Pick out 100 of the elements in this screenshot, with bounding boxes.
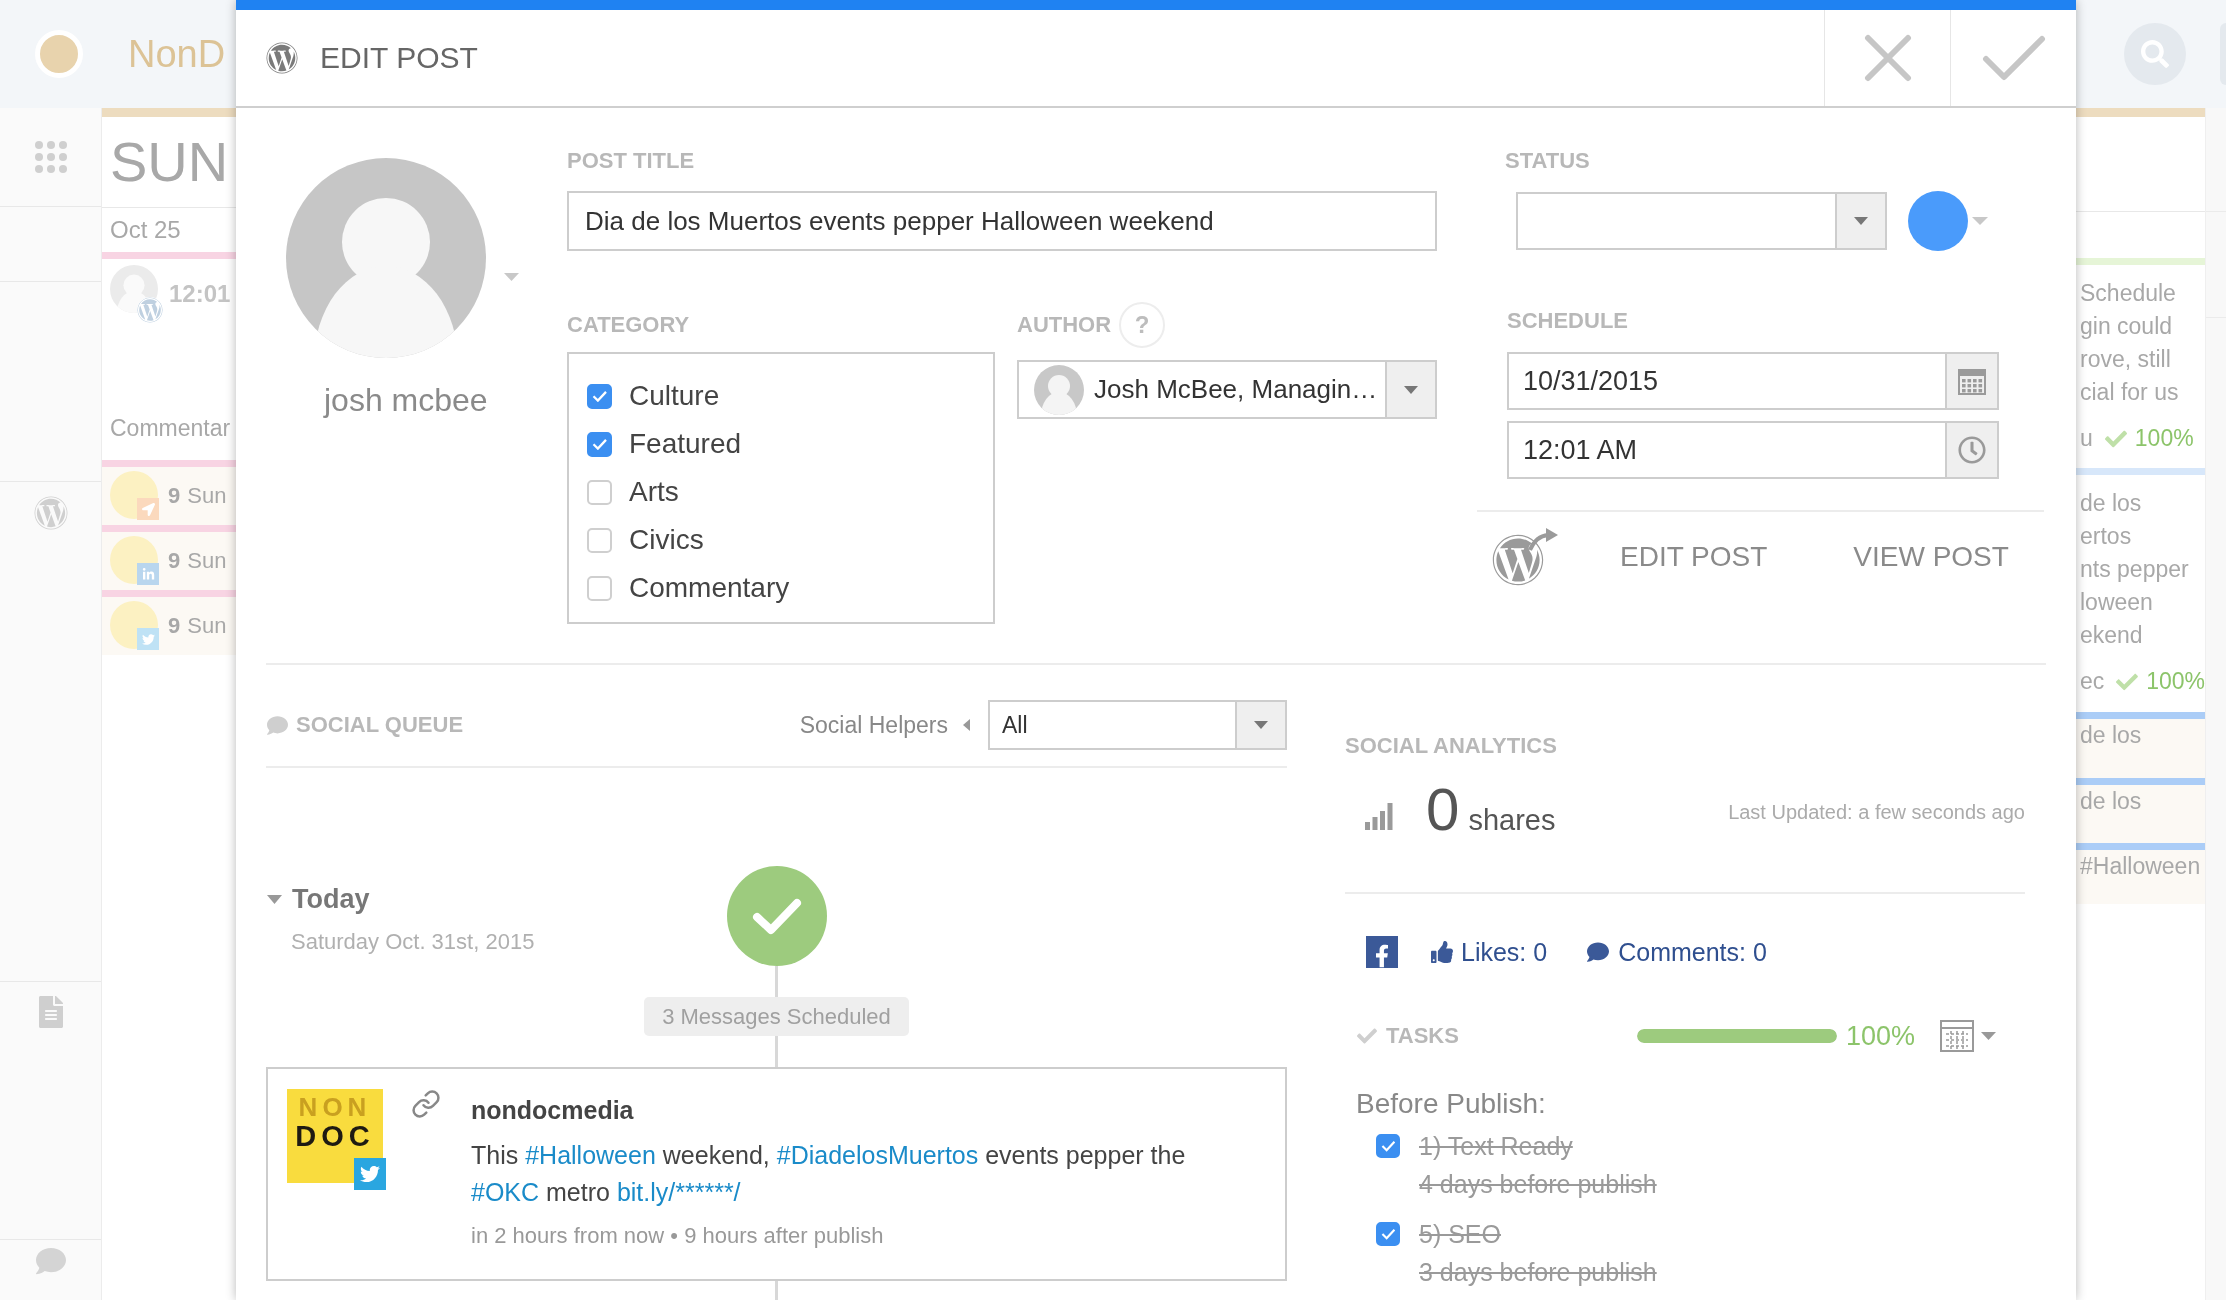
- event-text-line: Schedule: [2080, 279, 2176, 308]
- twitter-icon: [137, 628, 159, 650]
- field-label: CATEGORY: [567, 314, 690, 336]
- caret-down-icon[interactable]: [1981, 1032, 1996, 1040]
- event-text-line: gin could: [2080, 312, 2173, 341]
- status-color-dot[interactable]: [1908, 191, 1968, 251]
- filter-select[interactable]: All: [988, 700, 1287, 750]
- task-name: 1) Text Ready: [1419, 1132, 1573, 1160]
- message-card[interactable]: NON DOC nondocmedia This #Halloween weekend, #DiadelosMuertos events pepper the #OKC metro bit.ly/******/ in 2 hours from now • 9 hours after publish: [266, 1067, 1287, 1281]
- social-post-card[interactable]: de los: [2076, 719, 2205, 778]
- tick-icon: [591, 437, 608, 451]
- checkbox[interactable]: [587, 527, 612, 553]
- thumbs-up-icon: [1431, 941, 1453, 963]
- checkbox-label[interactable]: Featured: [629, 428, 742, 460]
- wordpress-icon: [266, 42, 298, 74]
- checkbox-label[interactable]: Culture: [629, 380, 720, 412]
- search-icon: [2141, 40, 2169, 68]
- link-icon[interactable]: [411, 1089, 441, 1119]
- confirm-button[interactable]: [1950, 10, 2076, 106]
- post-text: de los: [2080, 721, 2142, 750]
- social-post-card[interactable]: #Halloween: [2076, 850, 2205, 904]
- checkbox[interactable]: [587, 575, 612, 601]
- social-post-card[interactable]: 9 Sun: [102, 597, 236, 655]
- chat-icon[interactable]: [34, 1246, 67, 1276]
- field-label: STATUS: [1505, 150, 1590, 172]
- likes-count: Likes: 0: [1461, 937, 1548, 967]
- logo-text: NON: [298, 1093, 372, 1121]
- post-text: de los: [2080, 787, 2142, 816]
- caret-down-icon[interactable]: [1972, 217, 1988, 225]
- event-meta: u: [2080, 424, 2093, 453]
- calendar-button[interactable]: [1945, 352, 1999, 410]
- caret-left-icon: [963, 719, 970, 731]
- checkbox[interactable]: [587, 383, 612, 409]
- date-input[interactable]: 10/31/2015: [1507, 352, 1945, 410]
- event-text-line: loween: [2080, 588, 2153, 617]
- caret-down-icon[interactable]: [504, 273, 519, 281]
- event-text-line: ekend: [2080, 621, 2143, 650]
- caret-down-icon[interactable]: [1254, 721, 1268, 729]
- document-icon[interactable]: [38, 996, 63, 1028]
- checkbox-label[interactable]: Civics: [629, 524, 704, 556]
- event-time: 12:01: [169, 280, 231, 308]
- day-date: Oct 25: [110, 216, 181, 244]
- close-button[interactable]: [1824, 10, 1950, 106]
- comments-count: Comments: 0: [1618, 937, 1767, 967]
- linkedin-icon: [137, 563, 159, 585]
- event-category: Commentar: [110, 415, 231, 442]
- status-select[interactable]: [1516, 192, 1887, 250]
- caret-down-icon[interactable]: [267, 895, 282, 904]
- tick-icon: [591, 389, 608, 403]
- field-label: AUTHOR: [1017, 314, 1112, 336]
- time-input[interactable]: 12:01 AM: [1507, 421, 1945, 479]
- checkbox[interactable]: [1376, 1222, 1400, 1246]
- event-text-line: cial for us: [2080, 378, 2179, 407]
- checkbox[interactable]: [587, 479, 612, 505]
- task-name: 5) SEO: [1419, 1220, 1501, 1248]
- facebook-icon: [1366, 936, 1398, 968]
- day-date: Saturday Oct. 31st, 2015: [291, 930, 535, 954]
- short-link[interactable]: bit.ly/******/: [616, 1178, 741, 1206]
- apps-grid-icon[interactable]: [34, 141, 67, 173]
- post-link[interactable]: EDIT POST: [1620, 541, 1768, 573]
- wordpress-icon[interactable]: [33, 496, 68, 530]
- social-post-card[interactable]: 9 Sun: [102, 467, 236, 525]
- account-name: nondocmedia: [471, 1095, 634, 1125]
- clock-button[interactable]: [1945, 421, 1999, 479]
- hashtag-link[interactable]: #DiadelosMuertos: [776, 1141, 979, 1169]
- social-post-card[interactable]: de los: [2076, 785, 2205, 843]
- post-number: 9: [168, 613, 181, 639]
- message-meta: in 2 hours from now • 9 hours after publish: [471, 1222, 884, 1250]
- day-name: SUN: [110, 134, 229, 190]
- completion-percent: 100%: [2146, 668, 2205, 695]
- social-helpers-toggle[interactable]: Social Helpers: [799, 711, 970, 739]
- hashtag-link[interactable]: #OKC: [471, 1178, 540, 1206]
- chat-icon: [266, 714, 289, 736]
- checkmark-icon: [1981, 35, 2046, 81]
- event-text-line: de los: [2080, 489, 2142, 518]
- logo-text: DOC: [295, 1121, 375, 1151]
- app-logo-text: NonD: [128, 35, 226, 73]
- checkbox[interactable]: [1376, 1134, 1400, 1158]
- calendar-icon: [1958, 367, 1986, 395]
- hashtag-link[interactable]: #Halloween: [525, 1141, 656, 1169]
- checkbox[interactable]: [587, 431, 612, 457]
- clock-icon: [1958, 436, 1986, 464]
- timeline-line: [775, 1036, 778, 1067]
- caret-down-icon[interactable]: [1854, 217, 1868, 225]
- post-title-input[interactable]: Dia de los Muertos events pepper Halloween weekend: [567, 191, 1437, 251]
- checkbox-label[interactable]: Arts: [629, 476, 679, 508]
- day-title: Today: [292, 886, 370, 913]
- post-link[interactable]: VIEW POST: [1853, 541, 2009, 573]
- completion-percent: 100%: [2134, 425, 2194, 452]
- close-icon: [1863, 34, 1912, 82]
- caret-down-icon[interactable]: [1404, 385, 1418, 394]
- author-select[interactable]: Josh McBee, Managin…: [1017, 360, 1437, 419]
- checkbox-label[interactable]: Commentary: [629, 572, 790, 604]
- section-title: TASKS: [1386, 1025, 1459, 1047]
- table-icon[interactable]: [1940, 1020, 1974, 1052]
- social-post-card[interactable]: 9 Sun: [102, 532, 236, 590]
- post-text: Sun: [187, 613, 227, 639]
- avatar-icon: [1034, 364, 1084, 415]
- tick-icon: [1380, 1228, 1396, 1240]
- event-meta: ec: [2080, 667, 2105, 696]
